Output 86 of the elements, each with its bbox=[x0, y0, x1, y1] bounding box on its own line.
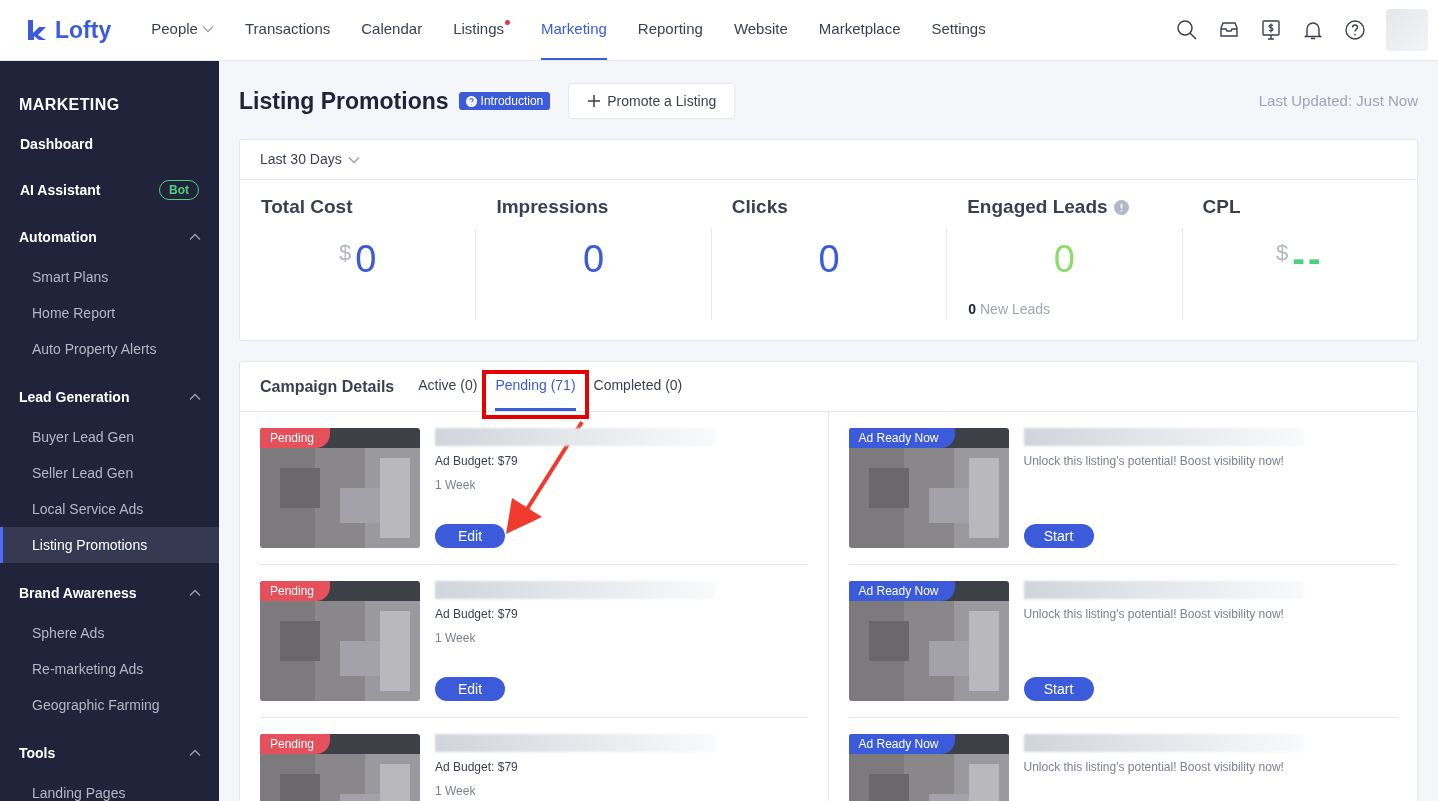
metric-value: 0 bbox=[583, 240, 605, 278]
detail-text: Ad Budget: $79 bbox=[435, 453, 519, 470]
metric-label: Engaged Leads bbox=[967, 194, 1108, 219]
nav-link[interactable]: Marketplace bbox=[818, 0, 901, 60]
period-dropdown[interactable]: Last 30 Days bbox=[260, 149, 360, 170]
nav-link[interactable]: Marketing bbox=[541, 0, 607, 60]
sidebar-item[interactable]: Landing Pages bbox=[0, 775, 219, 801]
tab[interactable]: Pending (71) bbox=[495, 362, 576, 411]
nav-link[interactable]: Reporting bbox=[637, 0, 703, 60]
help-icon bbox=[1344, 19, 1366, 41]
introduction-badge[interactable]: Introduction bbox=[458, 92, 551, 110]
metric-value: 0 bbox=[1053, 240, 1075, 278]
chevron-up-icon bbox=[189, 749, 201, 757]
sidebar-link[interactable]: Dashboard bbox=[0, 121, 219, 167]
metric-label: Impressions bbox=[496, 194, 609, 219]
logo-text: Lofty bbox=[55, 15, 112, 45]
sidebar-section-toggle[interactable]: Lead Generation bbox=[0, 375, 219, 419]
section-title: Campaign Details bbox=[260, 376, 395, 397]
sidebar-item[interactable]: Buyer Lead Gen bbox=[0, 419, 219, 455]
currency-symbol: $ bbox=[339, 242, 352, 264]
sidebar-item[interactable]: Seller Lead Gen bbox=[0, 455, 219, 491]
sidebar-item[interactable]: Smart Plans bbox=[0, 259, 219, 295]
status-badge: Pending bbox=[260, 734, 331, 754]
page-title: Listing Promotions bbox=[239, 86, 449, 116]
tab[interactable]: Active (0) bbox=[418, 362, 478, 411]
help-button[interactable] bbox=[1344, 19, 1366, 41]
detail-text: Ad Budget: $79 bbox=[435, 759, 519, 776]
metric-label: Total Cost bbox=[261, 194, 353, 219]
plus-icon bbox=[587, 94, 602, 108]
logo-icon bbox=[25, 18, 49, 42]
sidebar-section-toggle[interactable]: Tools bbox=[0, 731, 219, 775]
status-badge: Pending bbox=[260, 428, 331, 448]
detail-text: 1 Week bbox=[435, 630, 477, 647]
sidebar-item[interactable]: Geographic Farming bbox=[0, 687, 219, 723]
tab[interactable]: Completed (0) bbox=[593, 362, 683, 411]
currency-symbol: $ bbox=[1276, 242, 1289, 264]
new-leads-text: 0 New Leads bbox=[968, 300, 1051, 319]
nav-link[interactable]: People bbox=[151, 0, 214, 60]
chevron-down-icon bbox=[347, 155, 360, 164]
nav-link[interactable]: Listings bbox=[453, 0, 510, 60]
chevron-up-icon bbox=[189, 393, 201, 401]
action-button[interactable]: Start bbox=[1023, 677, 1094, 701]
status-badge: Pending bbox=[260, 581, 331, 601]
chevron-up-icon bbox=[189, 589, 201, 597]
action-button[interactable]: Start bbox=[1023, 524, 1094, 548]
sidebar-item[interactable]: Local Service Ads bbox=[0, 491, 219, 527]
status-badge: Ad Ready Now bbox=[848, 734, 955, 754]
sidebar-title: MARKETING bbox=[18, 95, 121, 115]
detail-text: 1 Week bbox=[435, 477, 477, 494]
sidebar-link[interactable]: AI Assistant Bot bbox=[0, 167, 219, 213]
action-button[interactable]: Edit bbox=[435, 677, 505, 701]
dollar-monitor-icon bbox=[1260, 19, 1282, 41]
sidebar-item[interactable]: Re-marketing Ads bbox=[0, 651, 219, 687]
dollar-monitor-button[interactable] bbox=[1260, 19, 1282, 41]
help-icon bbox=[465, 95, 477, 107]
sidebar-section-toggle[interactable]: Automation bbox=[0, 215, 219, 259]
detail-text: Ad Budget: $79 bbox=[435, 606, 519, 623]
detail-text: 1 Week bbox=[435, 783, 477, 800]
nav-link[interactable]: Calendar bbox=[361, 0, 423, 60]
bell-icon bbox=[1302, 19, 1324, 41]
detail-text: Unlock this listing's potential! Boost visibility now! bbox=[1023, 453, 1285, 470]
chevron-down-icon bbox=[201, 25, 214, 33]
last-updated-text: Last Updated: Just Now bbox=[1258, 90, 1418, 111]
metric-value: 0 bbox=[355, 240, 377, 278]
nav-link[interactable]: Transactions bbox=[244, 0, 331, 60]
search-icon bbox=[1176, 19, 1198, 41]
metric-label: Clicks bbox=[731, 194, 788, 219]
nav-link[interactable]: Settings bbox=[931, 0, 986, 60]
status-badge: Ad Ready Now bbox=[848, 428, 955, 448]
sidebar-item[interactable]: Sphere Ads bbox=[0, 615, 219, 651]
metric-value: -- bbox=[1292, 240, 1324, 278]
sidebar-section-toggle[interactable]: Brand Awareness bbox=[0, 571, 219, 615]
sidebar-item[interactable]: Auto Property Alerts bbox=[0, 331, 219, 367]
action-button[interactable]: Edit bbox=[435, 524, 505, 548]
sidebar-item[interactable]: Listing Promotions bbox=[0, 527, 219, 563]
sidebar-item[interactable]: Home Report bbox=[0, 295, 219, 331]
metric-label: CPL bbox=[1202, 194, 1241, 219]
search-button[interactable] bbox=[1176, 19, 1198, 41]
chevron-up-icon bbox=[189, 233, 201, 241]
detail-text: Unlock this listing's potential! Boost visibility now! bbox=[1023, 606, 1285, 623]
nav-link[interactable]: Website bbox=[733, 0, 788, 60]
promote-listing-button[interactable]: Promote a Listing bbox=[568, 83, 736, 119]
detail-text: Unlock this listing's potential! Boost visibility now! bbox=[1023, 759, 1285, 776]
status-badge: Ad Ready Now bbox=[848, 581, 955, 601]
bell-button[interactable] bbox=[1302, 19, 1324, 41]
metric-value: 0 bbox=[818, 240, 840, 278]
